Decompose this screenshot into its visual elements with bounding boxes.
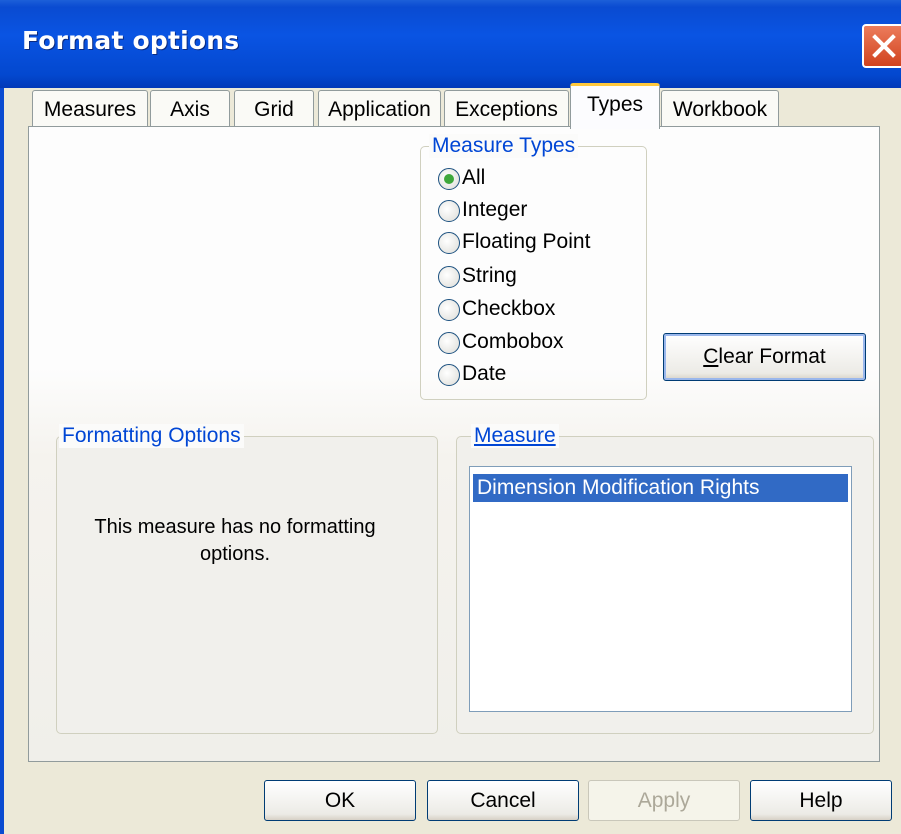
radio-label: Combobox: [462, 330, 564, 353]
radio-label: Checkbox: [462, 297, 556, 320]
radio-label: String: [462, 264, 517, 287]
cancel-button[interactable]: Cancel: [427, 780, 579, 821]
radio-button[interactable]: [438, 299, 460, 321]
radio-button[interactable]: [438, 200, 460, 222]
radio-label: Floating Point: [462, 230, 591, 253]
radio-label: Integer: [462, 198, 528, 221]
list-item[interactable]: Dimension Modification Rights: [473, 474, 848, 502]
formatting-options-group: Formatting Options: [56, 424, 438, 734]
radio-button[interactable]: [438, 232, 460, 254]
ok-button[interactable]: OK: [264, 780, 416, 821]
radio-label: All: [462, 166, 486, 189]
help-button[interactable]: Help: [750, 780, 892, 821]
formatting-options-legend: Formatting Options: [59, 424, 244, 448]
format-options-dialog: Format options Measures Axis Grid Applic…: [0, 0, 901, 834]
no-formatting-message: This measure has no formatting options.: [94, 516, 376, 565]
measure-legend: Measure: [471, 424, 559, 448]
radio-label: Date: [462, 362, 507, 385]
radio-button[interactable]: [438, 364, 460, 386]
apply-button[interactable]: Apply: [588, 780, 740, 821]
clear-format-label: Clear Format: [703, 345, 826, 368]
measure-listbox[interactable]: Dimension Modification Rights: [469, 466, 852, 712]
radio-button-selected[interactable]: [438, 168, 460, 190]
clear-format-button[interactable]: Clear Format: [663, 333, 866, 381]
radio-button[interactable]: [438, 266, 460, 288]
radio-button[interactable]: [438, 332, 460, 354]
measure-types-legend: Measure Types: [429, 134, 579, 158]
